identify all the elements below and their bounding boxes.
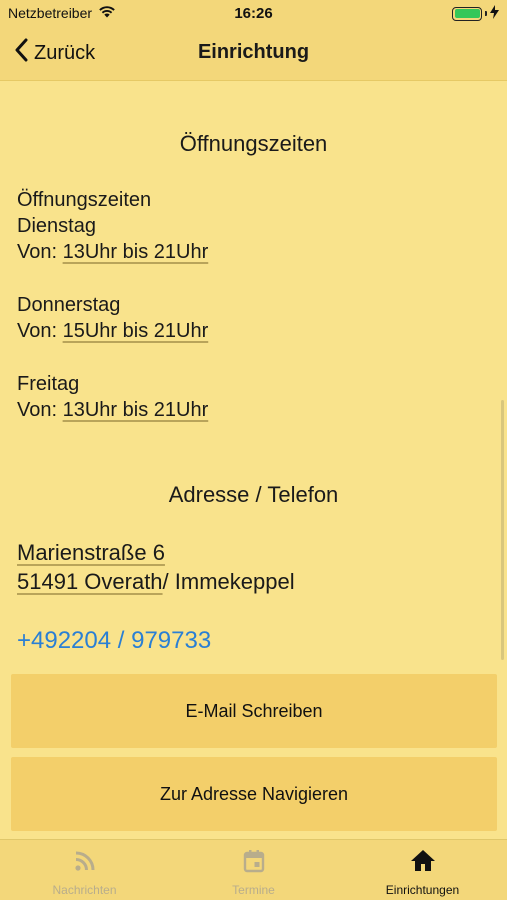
day-label: Dienstag bbox=[17, 215, 96, 237]
page-title: Einrichtung bbox=[197, 41, 310, 63]
street-line: Marienstraße 6 bbox=[17, 540, 165, 566]
street-link[interactable]: Marienstraße 6 bbox=[17, 540, 165, 565]
hours-link[interactable]: 15Uhr bis 21Uhr bbox=[63, 320, 209, 342]
rss-icon bbox=[73, 849, 97, 878]
status-right bbox=[452, 5, 499, 22]
tab-label: Einrichtungen bbox=[385, 883, 460, 897]
battery-fill bbox=[454, 9, 480, 18]
calendar-icon bbox=[242, 849, 266, 878]
scroll-indicator[interactable] bbox=[501, 400, 504, 660]
navigation-bar: Zurück Einrichtung bbox=[0, 26, 507, 81]
day-label: Donnerstag bbox=[17, 294, 121, 316]
day-label: Freitag bbox=[17, 373, 80, 395]
hours-line: Von: 15Uhr bis 21Uhr bbox=[17, 320, 208, 343]
hours-link[interactable]: 13Uhr bis 21Uhr bbox=[63, 399, 209, 421]
hours-prefix: Von: bbox=[17, 399, 63, 421]
hours-prefix: Von: bbox=[17, 241, 63, 263]
opening-hours-heading: Öffnungszeiten bbox=[179, 131, 328, 156]
city-link[interactable]: 51491 Overath bbox=[17, 569, 163, 594]
phone-link[interactable]: +492204 / 979733 bbox=[17, 627, 211, 655]
opening-hours-intro: Öffnungszeiten bbox=[17, 189, 152, 211]
status-bar: Netzbetreiber 16:26 bbox=[0, 0, 507, 26]
navigate-button[interactable]: Zur Adresse Navigieren bbox=[11, 757, 497, 831]
city-line: 51491 Overath/ Immekeppel bbox=[17, 569, 295, 595]
tab-nachrichten[interactable]: Nachrichten bbox=[0, 840, 169, 900]
hours-line: Von: 13Uhr bis 21Uhr bbox=[17, 241, 208, 264]
status-time: 16:26 bbox=[234, 5, 273, 22]
battery-tip bbox=[485, 11, 487, 16]
tab-einrichtungen[interactable]: Einrichtungen bbox=[338, 840, 507, 900]
battery-icon bbox=[452, 6, 482, 21]
hours-link[interactable]: 13Uhr bis 21Uhr bbox=[63, 241, 209, 263]
address-heading: Adresse / Telefon bbox=[168, 482, 339, 507]
hours-line: Von: 13Uhr bis 21Uhr bbox=[17, 399, 208, 422]
tab-bar: Nachrichten Termine Einrichtungen bbox=[0, 839, 507, 900]
screen: Netzbetreiber 16:26 Zurück Einrichtung Ö… bbox=[0, 0, 507, 900]
hours-prefix: Von: bbox=[17, 320, 63, 342]
tab-termine[interactable]: Termine bbox=[169, 840, 338, 900]
tab-label: Termine bbox=[232, 883, 275, 897]
tab-label: Nachrichten bbox=[52, 883, 117, 897]
city-suffix: / Immekeppel bbox=[162, 569, 295, 594]
home-icon bbox=[410, 849, 436, 878]
email-button[interactable]: E-Mail Schreiben bbox=[11, 674, 497, 748]
charging-bolt-icon bbox=[490, 5, 499, 22]
